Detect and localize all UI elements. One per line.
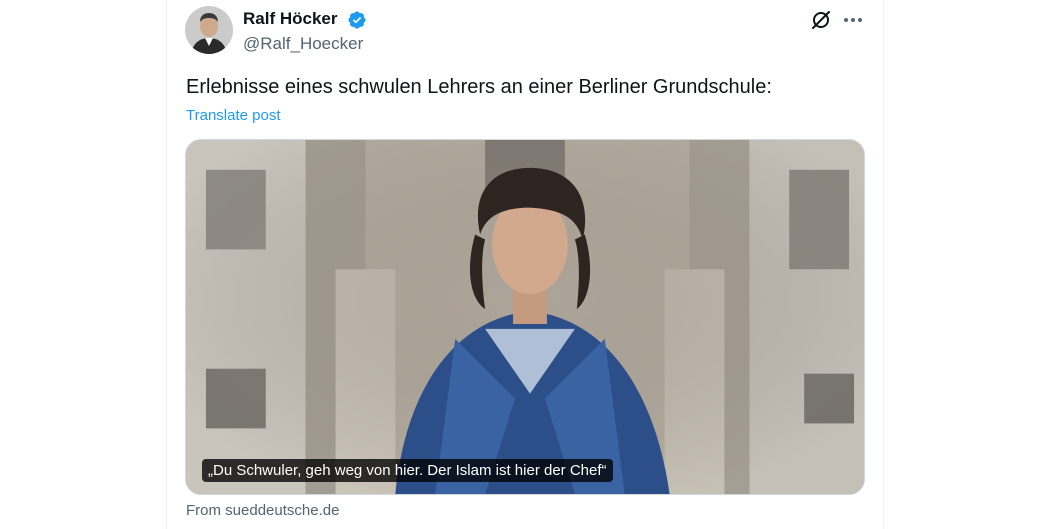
- card-source-link[interactable]: From sueddeutsche.de: [186, 502, 339, 519]
- link-card[interactable]: „Du Schwuler, geh weg von hier. Der Isla…: [185, 139, 865, 495]
- avatar[interactable]: [185, 6, 233, 54]
- author-name[interactable]: Ralf Höcker: [243, 9, 337, 29]
- author-handle[interactable]: @Ralf_Hoecker: [243, 34, 363, 54]
- translate-post-link[interactable]: Translate post: [186, 107, 281, 124]
- card-caption: „Du Schwuler, geh weg von hier. Der Isla…: [202, 459, 613, 482]
- avatar-image: [185, 6, 233, 54]
- post-text: Erlebnisse eines schwulen Lehrers an ein…: [186, 76, 772, 98]
- grok-icon[interactable]: [809, 8, 833, 32]
- verified-badge-icon: [347, 10, 367, 30]
- card-image: [186, 140, 864, 494]
- more-icon[interactable]: [841, 8, 865, 32]
